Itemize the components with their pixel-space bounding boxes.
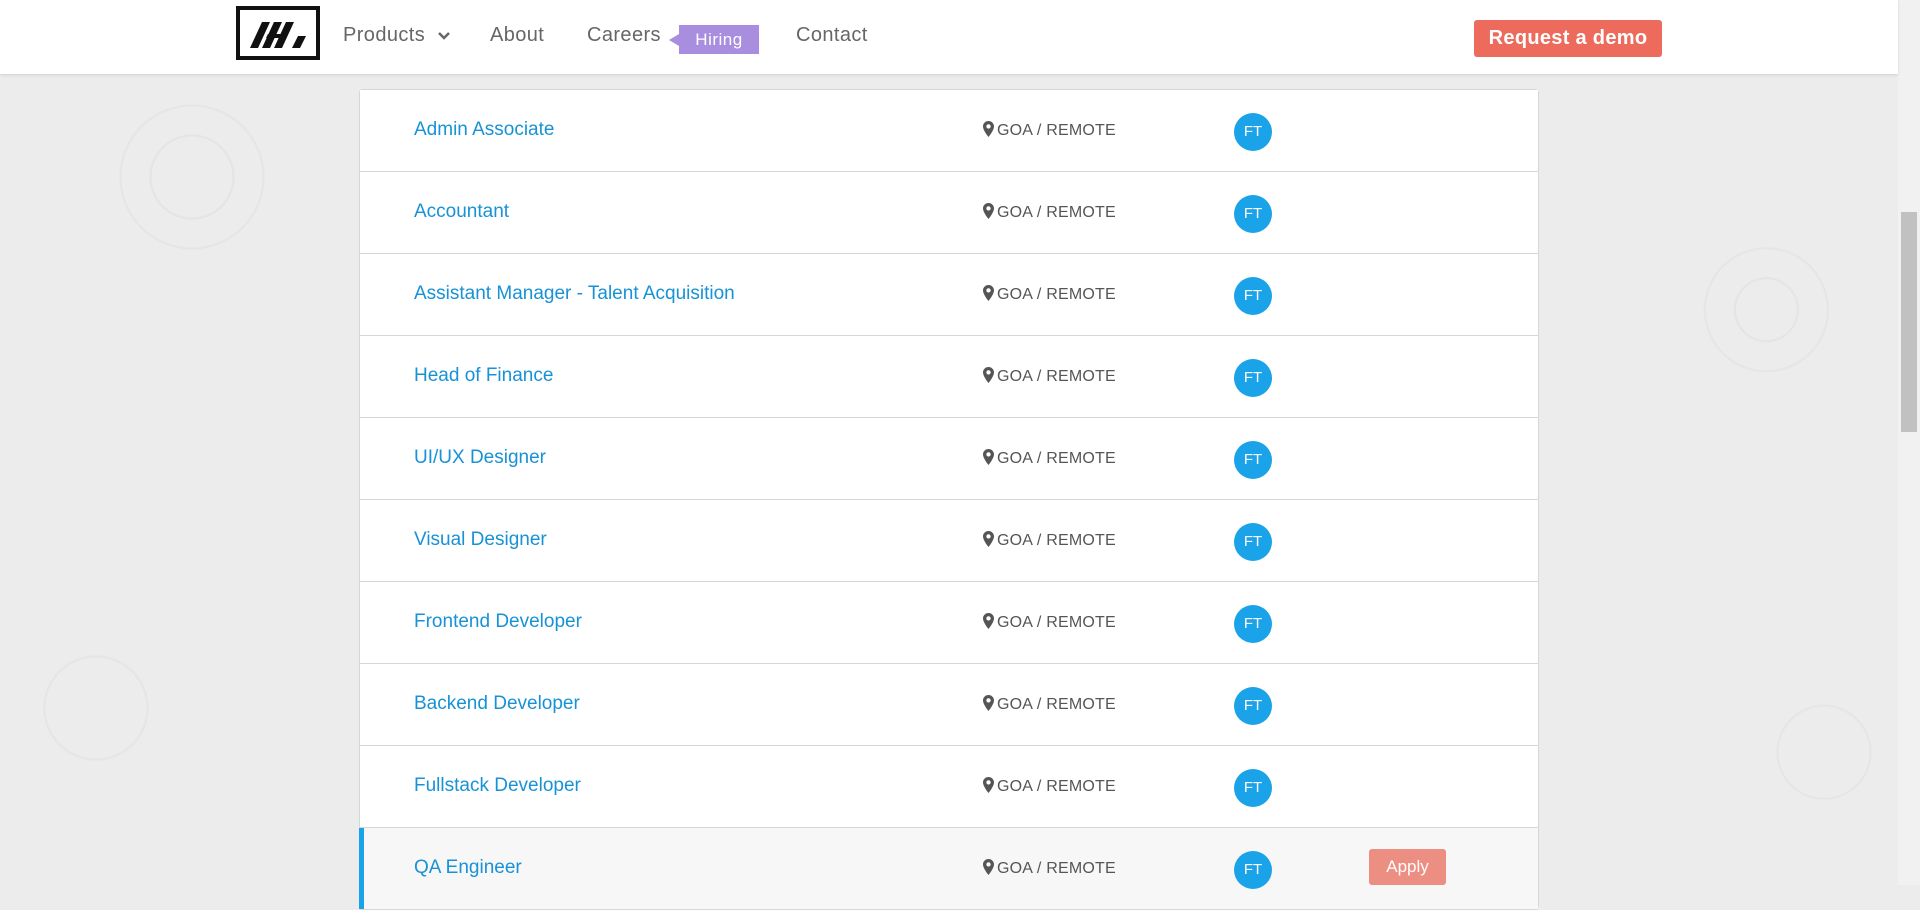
map-pin-icon	[983, 613, 994, 634]
job-type-badge: FT	[1234, 851, 1272, 889]
company-logo[interactable]	[236, 6, 320, 60]
job-listings: Admin Associate GOA / REMOTE FT Accountant G…	[359, 89, 1539, 910]
job-type-badge: FT	[1234, 359, 1272, 397]
job-type-badge: FT	[1234, 113, 1272, 151]
map-pin-icon	[983, 531, 994, 552]
job-location: GOA / REMOTE	[983, 777, 1116, 798]
job-type-badge: FT	[1234, 195, 1272, 233]
job-row[interactable]: UI/UX Designer GOA / REMOTE FT	[360, 418, 1538, 500]
job-location-text: GOA / REMOTE	[997, 532, 1116, 549]
nav-careers[interactable]: Careers	[587, 24, 661, 47]
site-header: Products About Careers Hiring Contact Re…	[0, 0, 1898, 74]
job-location: GOA / REMOTE	[983, 695, 1116, 716]
nav-about[interactable]: About	[490, 24, 544, 47]
job-location: GOA / REMOTE	[983, 531, 1116, 552]
map-pin-icon	[983, 203, 994, 224]
nav-contact[interactable]: Contact	[796, 24, 868, 47]
job-title-link[interactable]: Backend Developer	[414, 693, 580, 715]
job-location-text: GOA / REMOTE	[997, 614, 1116, 631]
job-title-link[interactable]: Fullstack Developer	[414, 775, 581, 797]
job-title-link[interactable]: Assistant Manager - Talent Acquisition	[414, 283, 735, 305]
job-title-link[interactable]: Visual Designer	[414, 529, 547, 551]
chevron-down-icon	[437, 24, 451, 47]
job-location: GOA / REMOTE	[983, 203, 1116, 224]
page-scrollbar[interactable]	[1898, 0, 1920, 885]
map-pin-icon	[983, 777, 994, 798]
job-location-text: GOA / REMOTE	[997, 778, 1116, 795]
job-row[interactable]: Visual Designer GOA / REMOTE FT	[360, 500, 1538, 582]
job-location-text: GOA / REMOTE	[997, 122, 1116, 139]
job-location: GOA / REMOTE	[983, 449, 1116, 470]
job-row[interactable]: Backend Developer GOA / REMOTE FT	[360, 664, 1538, 746]
job-row[interactable]: Head of Finance GOA / REMOTE FT	[360, 336, 1538, 418]
job-type-badge: FT	[1234, 523, 1272, 561]
job-location-text: GOA / REMOTE	[997, 286, 1116, 303]
job-title-link[interactable]: Head of Finance	[414, 365, 553, 387]
job-location-text: GOA / REMOTE	[997, 368, 1116, 385]
job-row[interactable]: Assistant Manager - Talent Acquisition GO…	[360, 254, 1538, 336]
job-location: GOA / REMOTE	[983, 859, 1116, 880]
job-title-link[interactable]: Admin Associate	[414, 119, 554, 141]
job-row[interactable]: QA Engineer GOA / REMOTE FT Apply	[359, 828, 1538, 910]
job-type-badge: FT	[1234, 605, 1272, 643]
apply-button[interactable]: Apply	[1369, 849, 1446, 885]
job-type-badge: FT	[1234, 441, 1272, 479]
request-demo-button[interactable]: Request a demo	[1474, 20, 1662, 57]
job-location-text: GOA / REMOTE	[997, 860, 1116, 877]
map-pin-icon	[983, 121, 994, 142]
job-title-link[interactable]: UI/UX Designer	[414, 447, 546, 469]
job-type-badge: FT	[1234, 277, 1272, 315]
job-location: GOA / REMOTE	[983, 121, 1116, 142]
job-title-link[interactable]: Frontend Developer	[414, 611, 582, 633]
map-pin-icon	[983, 367, 994, 388]
map-pin-icon	[983, 859, 994, 880]
job-location: GOA / REMOTE	[983, 367, 1116, 388]
job-row[interactable]: Admin Associate GOA / REMOTE FT	[360, 90, 1538, 172]
job-type-badge: FT	[1234, 687, 1272, 725]
scrollbar-thumb[interactable]	[1901, 212, 1917, 432]
job-location-text: GOA / REMOTE	[997, 696, 1116, 713]
job-location-text: GOA / REMOTE	[997, 450, 1116, 467]
job-type-badge: FT	[1234, 769, 1272, 807]
nav-products-label: Products	[343, 24, 426, 46]
job-location: GOA / REMOTE	[983, 613, 1116, 634]
job-row[interactable]: Fullstack Developer GOA / REMOTE FT	[360, 746, 1538, 828]
map-pin-icon	[983, 695, 994, 716]
map-pin-icon	[983, 449, 994, 470]
nav-products[interactable]: Products	[343, 24, 451, 47]
job-title-link[interactable]: Accountant	[414, 201, 509, 223]
logo-mark-icon	[250, 22, 306, 48]
map-pin-icon	[983, 285, 994, 306]
hiring-badge: Hiring	[669, 25, 759, 54]
job-row[interactable]: Frontend Developer GOA / REMOTE FT	[360, 582, 1538, 664]
job-location-text: GOA / REMOTE	[997, 204, 1116, 221]
job-title-link[interactable]: QA Engineer	[414, 857, 522, 879]
job-location: GOA / REMOTE	[983, 285, 1116, 306]
job-row[interactable]: Accountant GOA / REMOTE FT	[360, 172, 1538, 254]
